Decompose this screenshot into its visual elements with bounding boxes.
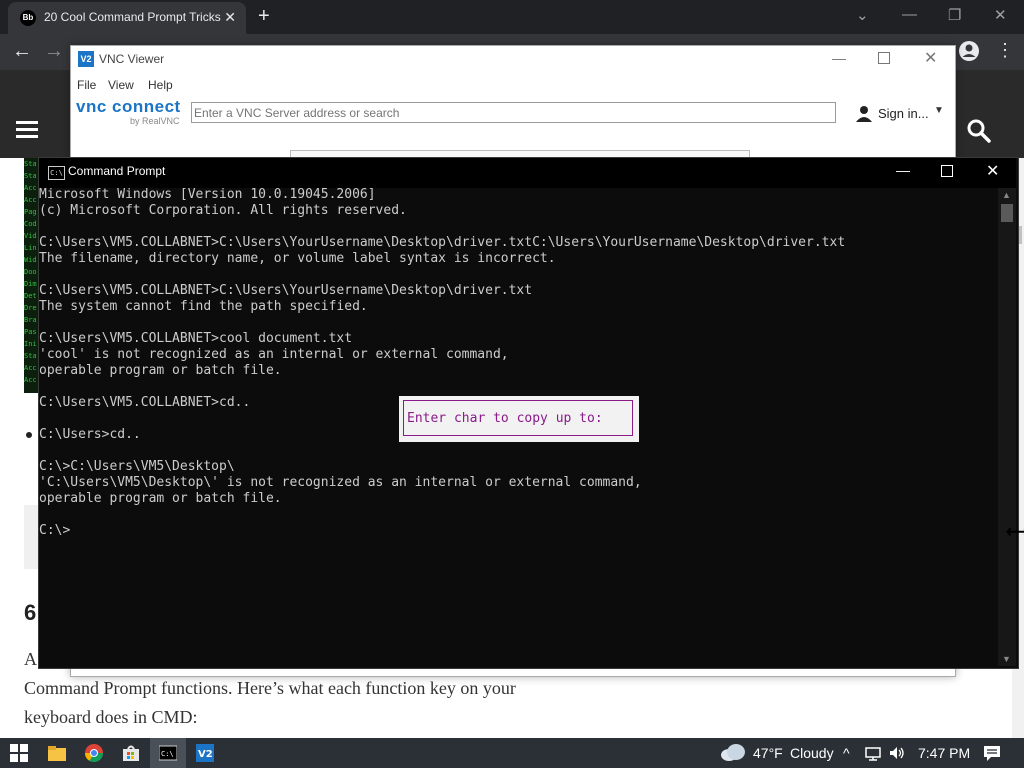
browser-restore-icon[interactable]: ❐ <box>948 6 961 24</box>
article-paragraph-line3: keyboard does in CMD: <box>24 707 198 727</box>
cmd-minimize-icon[interactable]: — <box>896 162 910 178</box>
vnc-minimize-icon[interactable]: — <box>832 50 846 66</box>
sign-in-button[interactable]: Sign in... <box>878 106 929 121</box>
browser-close-icon[interactable]: ✕ <box>994 6 1007 24</box>
browser-minimize-icon[interactable]: — <box>902 6 917 23</box>
article-paragraph-line1: A <box>24 649 37 669</box>
resize-cursor-icon: ⟷ <box>1006 524 1024 541</box>
store-icon[interactable] <box>122 744 140 762</box>
profile-avatar-icon[interactable] <box>958 40 980 62</box>
chrome-icon[interactable] <box>85 744 103 763</box>
cmd-taskbar-icon[interactable]: C:\ <box>158 744 178 762</box>
weather-description[interactable]: Cloudy <box>790 745 834 761</box>
copy-up-to-prompt: Enter char to copy up to: <box>407 411 603 426</box>
cmd-window-title: Command Prompt <box>68 164 166 178</box>
vnc-menu-file[interactable]: File <box>77 78 96 92</box>
cmd-scrollbar[interactable] <box>998 188 1016 666</box>
cloud-weather-icon[interactable] <box>720 743 746 761</box>
tab-search-chevron-icon[interactable]: ⌄ <box>856 6 869 24</box>
svg-text:V2: V2 <box>198 749 213 760</box>
vnc-window-title: VNC Viewer <box>99 52 165 66</box>
cmd-scrollbar-thumb[interactable] <box>1001 204 1013 222</box>
vnc-maximize-icon[interactable] <box>878 52 890 64</box>
cmd-close-icon[interactable]: ✕ <box>986 161 999 181</box>
cmd-titlebar[interactable] <box>39 158 1016 188</box>
hamburger-menu-icon[interactable] <box>16 121 38 142</box>
browser-tab[interactable]: Bb 20 Cool Command Prompt Tricks ✕ <box>8 2 246 34</box>
file-explorer-icon[interactable] <box>48 744 66 762</box>
list-bullet <box>26 432 32 438</box>
vnc-menu-help[interactable]: Help <box>148 78 173 92</box>
article-heading: 6 <box>24 600 37 625</box>
cmd-maximize-icon[interactable] <box>941 165 953 177</box>
site-search-icon[interactable] <box>966 118 992 149</box>
svg-text:C:\: C:\ <box>161 750 174 758</box>
scroll-down-arrow-icon[interactable]: ▼ <box>1002 654 1011 664</box>
vnc-menu-view[interactable]: View <box>108 78 134 92</box>
windows-start-icon[interactable] <box>10 744 28 762</box>
clock-time[interactable]: 7:47 PM <box>918 745 970 761</box>
show-hidden-icons-chevron-icon[interactable]: ^ <box>843 745 850 761</box>
new-tab-button[interactable]: + <box>258 5 270 28</box>
site-favicon-icon: Bb <box>20 10 36 26</box>
browser-menu-icon[interactable]: ⋮ <box>996 40 1014 61</box>
vnc-server-search-input[interactable] <box>191 102 836 123</box>
vnc-connect-logo: vnc connect <box>76 97 181 116</box>
notification-center-icon[interactable] <box>983 744 1001 762</box>
article-paragraph-line2: Command Prompt functions. Here’s what ea… <box>24 678 516 698</box>
tab-close-icon[interactable]: ✕ <box>224 9 236 26</box>
vnc-app-icon: V2 <box>78 51 94 67</box>
scroll-up-arrow-icon[interactable]: ▲ <box>1002 190 1011 200</box>
back-arrow-icon[interactable]: ← <box>12 40 32 63</box>
vnc-close-icon[interactable]: ✕ <box>924 48 937 68</box>
vnc-taskbar-icon[interactable]: V2 <box>196 744 214 762</box>
cmd-app-icon: C:\ <box>48 166 65 180</box>
forward-arrow-icon[interactable]: → <box>44 40 64 63</box>
sign-in-dropdown-icon[interactable]: ▼ <box>934 105 944 116</box>
network-icon[interactable] <box>864 744 882 762</box>
volume-icon[interactable] <box>888 744 906 762</box>
user-icon <box>855 104 873 122</box>
vnc-connect-logo-sub: by RealVNC <box>130 116 180 126</box>
tab-title: 20 Cool Command Prompt Tricks <box>44 10 221 24</box>
weather-temperature[interactable]: 47°F <box>753 745 783 761</box>
